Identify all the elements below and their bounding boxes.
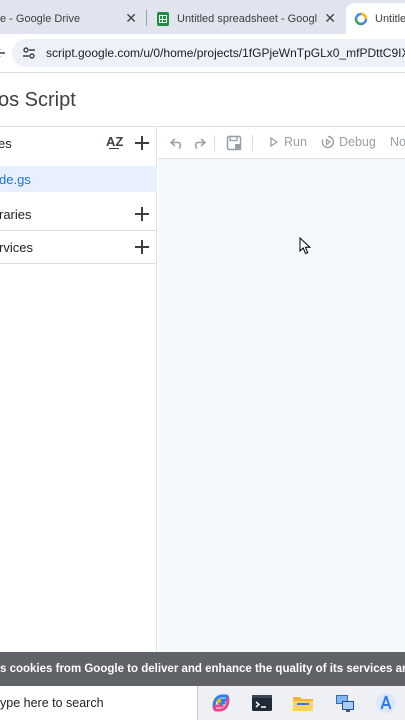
sort-label: AZ [106,134,124,149]
taskbar-search-placeholder: ype here to search [0,696,104,710]
tab-label: e - Google Drive [0,12,81,25]
app-header: os Script [0,72,405,127]
files-header-label: es [0,135,12,151]
tab-google-drive[interactable]: e - Google Drive ✕ [0,3,143,34]
tab-label: Untitle [375,12,405,25]
debug-icon [321,135,335,149]
save-icon[interactable] [226,135,242,151]
services-section: rvices [0,231,157,263]
add-file-icon[interactable] [135,136,149,150]
code-editor-area[interactable]: Run Debug No [158,127,405,652]
libraries-label: raries [0,206,32,222]
undo-icon[interactable] [170,137,184,149]
divider [0,263,157,264]
add-service-icon[interactable] [135,240,149,254]
toolbar-divider [252,135,253,151]
add-library-icon[interactable] [135,207,149,221]
files-sidebar: es AZ de.gs raries rvices [0,127,157,652]
network-computer-icon[interactable] [334,692,356,714]
debug-label: Debug [339,135,376,149]
run-button[interactable]: Run [270,135,307,149]
cookie-notice-text: s cookies from Google to deliver and enh… [0,663,405,675]
tab-untitled-spreadsheet[interactable]: Untitled spreadsheet - Google ✕ [150,3,342,34]
browser-tab-strip: e - Google Drive ✕ Untitled spreadsheet … [0,0,405,34]
function-select-label: No [390,135,405,149]
address-bar: script.google.com/u/0/home/projects/1fGP… [0,34,405,72]
tab-apps-script[interactable]: Untitle [346,3,405,34]
toolbar-divider [214,135,215,151]
tab-label: Untitled spreadsheet - Google [177,12,317,25]
terminal-icon[interactable] [251,692,273,714]
cookie-notice: s cookies from Google to deliver and enh… [0,652,405,686]
libraries-section: raries [0,198,157,230]
function-select[interactable]: No [390,135,405,149]
redo-icon[interactable] [192,137,206,149]
url-text: script.google.com/u/0/home/projects/1fGP… [46,46,405,60]
tab-separator [146,10,147,26]
site-settings-icon[interactable] [22,46,36,60]
sheets-icon [157,11,169,26]
file-item-code-gs[interactable]: de.gs [0,166,157,192]
debug-button[interactable]: Debug [321,135,376,149]
taskbar-search-box[interactable]: ype here to search [0,686,198,720]
run-label: Run [284,135,307,149]
back-arrow-icon[interactable] [0,47,6,59]
copilot-icon[interactable] [210,692,232,714]
services-label: rvices [0,239,33,255]
windows-taskbar: ype here to search [0,686,405,720]
close-icon[interactable]: ✕ [125,11,137,25]
file-explorer-icon[interactable] [292,692,314,714]
app-title: os Script [0,89,76,111]
play-icon [270,137,278,147]
apps-script-icon [354,12,368,25]
close-icon[interactable]: ✕ [324,11,336,25]
url-field[interactable]: script.google.com/u/0/home/projects/1fGP… [12,39,405,67]
editor-toolbar: Run Debug No [158,127,405,159]
files-header: es AZ [0,127,157,159]
app-store-icon[interactable] [375,692,397,714]
mouse-cursor-icon [299,237,311,255]
file-name: de.gs [0,171,31,187]
sort-az-icon[interactable]: AZ [106,134,123,149]
